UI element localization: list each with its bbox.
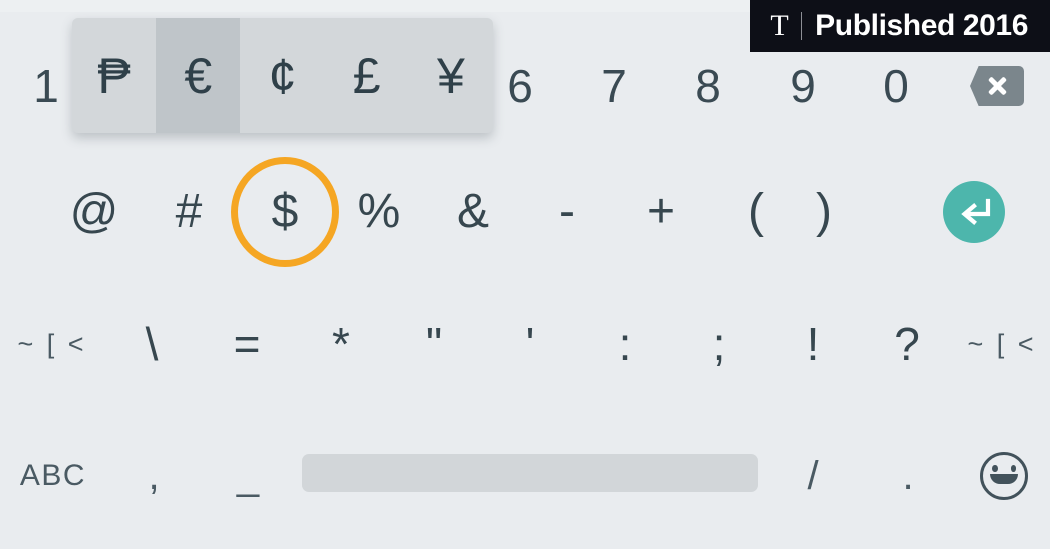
key-question[interactable]: ? <box>879 315 935 373</box>
smiley-eye-right <box>1010 465 1016 472</box>
key-exclamation[interactable]: ! <box>785 315 841 373</box>
key-emoji[interactable] <box>980 452 1028 500</box>
nyt-published-text: Published 2016 <box>815 9 1028 42</box>
key-abc[interactable]: ABC <box>14 450 92 502</box>
key-hyphen[interactable]: - <box>538 182 596 242</box>
key-asterisk[interactable]: * <box>313 315 369 373</box>
close-x-icon <box>986 75 1008 97</box>
popup-key-pound[interactable]: £ <box>325 18 409 133</box>
key-spacebar[interactable] <box>302 454 758 492</box>
key-alt-symbols-right[interactable]: ~ [ < <box>958 315 1046 373</box>
nyt-badge-divider <box>800 12 803 40</box>
backspace-delete-icon <box>970 66 1024 106</box>
popup-key-cent[interactable]: ¢ <box>240 18 324 133</box>
key-comma[interactable]: , <box>126 450 182 502</box>
key-equals[interactable]: = <box>219 315 275 373</box>
key-apostrophe[interactable]: ' <box>502 315 558 373</box>
key-dollar[interactable]: $ <box>256 182 314 242</box>
key-backslash[interactable]: \ <box>124 315 180 373</box>
key-underscore[interactable]: _ <box>220 450 276 502</box>
key-8[interactable]: 8 <box>680 56 736 116</box>
key-1[interactable]: 1 <box>18 56 74 116</box>
smiley-face-icon <box>980 452 1028 500</box>
enter-return-icon <box>943 181 1005 243</box>
key-plus[interactable]: + <box>632 182 690 242</box>
key-7[interactable]: 7 <box>586 56 642 116</box>
key-hash[interactable]: # <box>160 182 218 242</box>
smiley-mouth <box>990 474 1018 484</box>
nyt-published-badge: T Published 2016 <box>750 0 1050 52</box>
key-period[interactable]: . <box>880 450 936 502</box>
key-paren-open[interactable]: ( <box>727 182 785 242</box>
key-colon[interactable]: : <box>597 315 653 373</box>
key-6[interactable]: 6 <box>492 56 548 116</box>
popup-key-yen[interactable]: ¥ <box>409 18 493 133</box>
nyt-t-logo: T <box>770 9 789 42</box>
key-backspace[interactable] <box>968 62 1026 110</box>
key-semicolon[interactable]: ; <box>691 315 747 373</box>
smiley-eye-left <box>992 465 998 472</box>
popup-key-euro[interactable]: € <box>156 18 241 133</box>
currency-long-press-popup[interactable]: ₱ € ¢ £ ¥ <box>72 18 493 133</box>
key-paren-close[interactable]: ) <box>795 182 853 242</box>
key-at[interactable]: @ <box>65 182 123 242</box>
key-percent[interactable]: % <box>350 182 408 242</box>
key-enter[interactable] <box>943 181 1005 243</box>
key-double-quote[interactable]: " <box>406 315 462 373</box>
keyboard-screen: 1 2 3 4 5 6 7 8 9 0 @ # $ % & - + ( ) <box>0 0 1050 549</box>
key-0[interactable]: 0 <box>868 56 924 116</box>
key-ampersand[interactable]: & <box>444 182 502 242</box>
key-9[interactable]: 9 <box>775 56 831 116</box>
key-alt-symbols-left[interactable]: ~ [ < <box>8 315 96 373</box>
popup-key-peso[interactable]: ₱ <box>72 18 156 133</box>
key-slash[interactable]: / <box>785 450 841 502</box>
